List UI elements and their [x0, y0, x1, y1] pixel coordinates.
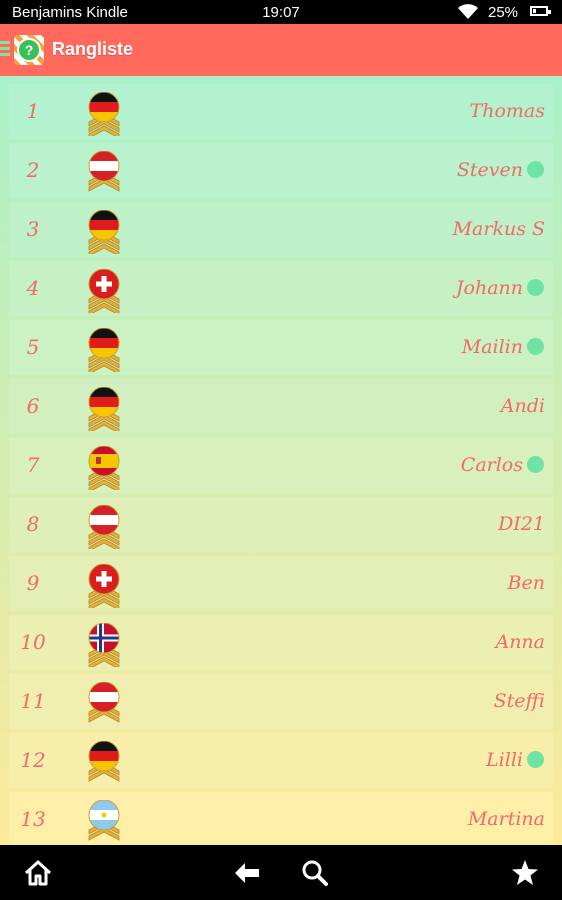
- player-name: Andi: [500, 395, 545, 417]
- player-name: Martina: [467, 808, 545, 830]
- player-name: Steven: [456, 159, 523, 181]
- ranking-row[interactable]: 1 Thomas: [9, 84, 553, 139]
- ranking-row[interactable]: 5 Mailin: [9, 320, 553, 375]
- player-name: Thomas: [469, 100, 545, 122]
- austria-flag-rank-badge-icon: [88, 682, 120, 723]
- online-status-dot: [527, 456, 544, 473]
- player-name: Lilli: [486, 749, 523, 771]
- ranking-row[interactable]: 10 Anna: [9, 615, 553, 670]
- battery-icon: [530, 6, 551, 16]
- player-name: Carlos: [460, 454, 523, 476]
- rank-number: 8: [26, 512, 40, 536]
- online-status-dot: [527, 161, 544, 178]
- ranking-row[interactable]: 11 Steffi: [9, 674, 553, 729]
- ranking-row[interactable]: 3 Markus S: [9, 202, 553, 257]
- rank-number: 2: [26, 158, 40, 182]
- home-icon[interactable]: [23, 858, 53, 888]
- player-name: Markus S: [452, 218, 545, 240]
- question-icon: ?: [17, 38, 41, 62]
- ranking-row[interactable]: 8 DI21: [9, 497, 553, 552]
- status-bar: Benjamins Kindle 19:07 25%: [0, 0, 562, 24]
- rank-number: 11: [20, 689, 46, 713]
- ranking-row[interactable]: 7 Carlos: [9, 438, 553, 493]
- app-bar: ? Rangliste: [0, 24, 562, 76]
- norway-flag-rank-badge-icon: [88, 623, 120, 667]
- player-name: Ben: [507, 572, 545, 594]
- player-name: Anna: [495, 631, 545, 653]
- rank-number: 13: [20, 807, 46, 831]
- online-status-dot: [527, 338, 544, 355]
- switzerland-flag-rank-badge-icon: [88, 269, 120, 313]
- page-title: Rangliste: [52, 39, 134, 59]
- player-name: DI21: [498, 513, 545, 535]
- ranking-row[interactable]: 13 Martina: [9, 792, 553, 845]
- austria-flag-rank-badge-icon: [88, 151, 120, 192]
- search-icon[interactable]: [300, 858, 330, 888]
- rank-number: 3: [26, 217, 40, 241]
- ranking-row[interactable]: 12 Lilli: [9, 733, 553, 788]
- ranking-row[interactable]: 9 Ben: [9, 556, 553, 611]
- austria-flag-rank-badge-icon: [88, 505, 120, 549]
- germany-flag-rank-badge-icon: [88, 328, 120, 372]
- spain-flag-rank-badge-icon: [88, 446, 120, 490]
- ranking-list[interactable]: 1 Thomas 2 Steven 3 Markus S 4 Johann 5 Mailin 6 An…: [0, 76, 562, 845]
- rank-number: 7: [26, 453, 40, 477]
- ranking-row[interactable]: 2 Steven: [9, 143, 553, 198]
- app-logo[interactable]: ?: [14, 35, 44, 65]
- rank-number: 6: [26, 394, 40, 418]
- ranking-row[interactable]: 4 Johann: [9, 261, 553, 316]
- germany-flag-rank-badge-icon: [88, 741, 120, 782]
- switzerland-flag-rank-badge-icon: [88, 564, 120, 608]
- navigation-bar: [0, 845, 562, 900]
- rank-number: 1: [26, 99, 40, 123]
- germany-flag-rank-badge-icon: [88, 92, 120, 136]
- argentina-flag-rank-badge-icon: [88, 800, 120, 841]
- back-arrow-icon[interactable]: [232, 858, 262, 888]
- rank-number: 10: [20, 630, 46, 654]
- rank-number: 9: [26, 571, 40, 595]
- player-name: Mailin: [461, 336, 523, 358]
- germany-flag-rank-badge-icon: [88, 387, 120, 431]
- germany-flag-rank-badge-icon: [88, 210, 120, 254]
- battery-percent: 25%: [488, 4, 519, 21]
- ranking-row[interactable]: 6 Andi: [9, 379, 553, 434]
- rank-number: 4: [26, 276, 40, 300]
- wifi-icon: [458, 4, 478, 19]
- rank-number: 12: [20, 748, 46, 772]
- drawer-menu-icon[interactable]: [0, 41, 10, 59]
- player-name: Steffi: [493, 690, 545, 712]
- online-status-dot: [527, 279, 544, 296]
- player-name: Johann: [455, 277, 523, 299]
- online-status-dot: [527, 751, 544, 768]
- rank-number: 5: [26, 335, 40, 359]
- star-icon[interactable]: [510, 858, 540, 888]
